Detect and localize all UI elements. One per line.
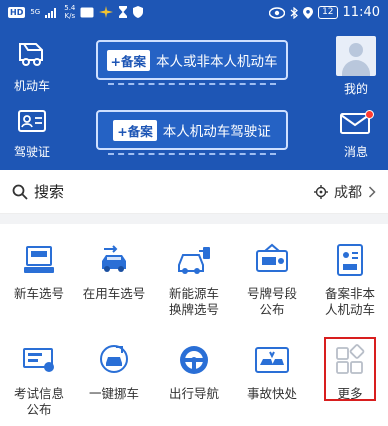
location-icon: [303, 6, 314, 19]
messages-entry[interactable]: 消息: [328, 110, 384, 160]
grid-label: 新能源车 换牌选号: [168, 286, 219, 317]
network-type: 5G: [30, 8, 41, 16]
register-vehicle-text: 本人或非本人机动车: [155, 54, 278, 70]
steering-wheel-icon: [172, 340, 216, 380]
new-car-plate-selection[interactable]: 新车选号: [0, 240, 78, 302]
city-selector[interactable]: 成都: [314, 182, 376, 202]
one-click-move-car[interactable]: 一键挪车: [75, 340, 153, 402]
eye-icon: [269, 6, 286, 19]
city-name: 成都: [334, 185, 362, 201]
profile-label: 我的: [343, 82, 368, 96]
clock: 11:40: [342, 5, 380, 20]
section-divider: [0, 214, 388, 224]
grid-label: 事故快处: [246, 386, 297, 401]
search-bar[interactable]: 搜索 成都: [0, 170, 388, 214]
avatar: [336, 36, 376, 76]
bluetooth-icon: [290, 6, 298, 19]
vehicle-label: 机动车: [13, 79, 50, 93]
register-vehicle-tag: +备案: [106, 49, 150, 71]
new-energy-plate-selection[interactable]: 新能源车 换牌选号: [155, 240, 233, 318]
search-field[interactable]: 搜索: [12, 181, 64, 202]
register-license-text: 本人机动车驾驶证: [162, 124, 271, 140]
highlight-frame: [324, 337, 376, 401]
hourglass-icon: [119, 6, 128, 18]
license-label: 驾驶证: [13, 145, 50, 159]
license-entry[interactable]: 驾驶证: [4, 108, 60, 160]
header-panel: 机动车 驾驶证 +备案 本人或非本人机动车 +备案 本人机动车驾驶证 我的 消息: [0, 26, 388, 170]
battery-indicator: 12: [318, 6, 338, 19]
status-bar: HD 5G 5.4 K/s 12 11:40: [0, 0, 388, 26]
plate-number-announcement[interactable]: 号牌号段 公布: [233, 240, 311, 318]
grid-label: 一键挪车: [88, 386, 139, 401]
new-car-plate-icon: [17, 240, 61, 280]
chevron-right-icon: [368, 186, 376, 198]
vehicle-icon: [19, 43, 43, 66]
plate-board-icon: [250, 240, 294, 280]
messages-label: 消息: [343, 145, 368, 159]
electric-car-icon: [172, 240, 216, 280]
grid-label: 考试信息 公布: [13, 386, 64, 417]
vehicle-entry[interactable]: 机动车: [4, 40, 60, 94]
plane-icon: [99, 6, 114, 18]
speed-value: 5.4: [64, 4, 76, 12]
used-car-icon: [92, 240, 136, 280]
status-left: HD 5G 5.4 K/s: [8, 4, 144, 20]
speed-unit: K/s: [64, 12, 76, 20]
grid-label: 在用车选号: [82, 286, 146, 301]
accident-quick-handling[interactable]: 事故快处: [233, 340, 311, 402]
travel-navigation[interactable]: 出行导航: [155, 340, 233, 402]
grid-label: 新车选号: [13, 286, 64, 301]
register-license-tag: +备案: [113, 119, 157, 141]
shield-icon: [133, 6, 144, 18]
signal-icon: [45, 7, 57, 18]
accident-icon: [250, 340, 294, 380]
hd-badge: HD: [8, 6, 26, 18]
locate-icon: [314, 185, 328, 199]
status-right: 12 11:40: [269, 5, 380, 20]
register-other-vehicle[interactable]: 备案非本 人机动车: [311, 240, 388, 318]
message-icon: [80, 7, 94, 17]
register-license-button[interactable]: +备案 本人机动车驾驶证: [96, 110, 288, 155]
document-car-icon: [328, 240, 372, 280]
announcement-icon: [17, 340, 61, 380]
unread-dot: [365, 110, 374, 119]
register-vehicle-button[interactable]: +备案 本人或非本人机动车: [96, 40, 288, 85]
profile-entry[interactable]: 我的: [328, 36, 384, 97]
license-icon: [18, 110, 46, 132]
search-icon: [12, 184, 28, 200]
used-car-plate-selection[interactable]: 在用车选号: [75, 240, 153, 302]
grid-label: 出行导航: [168, 386, 219, 401]
grid-label: 号牌号段 公布: [246, 286, 297, 317]
network-speed: 5.4 K/s: [64, 4, 75, 20]
move-car-icon: [92, 340, 136, 380]
exam-info-announcement[interactable]: 考试信息 公布: [0, 340, 78, 418]
grid-label: 备案非本 人机动车: [324, 286, 375, 317]
search-label: 搜索: [34, 183, 65, 201]
